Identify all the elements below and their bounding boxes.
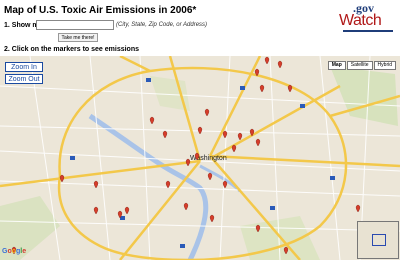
emission-marker[interactable] (277, 60, 283, 69)
emission-marker[interactable] (162, 130, 168, 139)
map-canvas[interactable]: Washington (0, 56, 400, 260)
location-hint: (City, State, Zip Code, or Address) (116, 22, 208, 28)
govwatch-logo[interactable]: .gov Watch (339, 1, 397, 36)
map-type-satellite[interactable]: Satellite (346, 61, 373, 70)
emission-marker[interactable] (237, 132, 243, 141)
logo-watch-text: Watch (339, 12, 382, 29)
anacostia-river (199, 164, 242, 193)
page-title: Map of U.S. Toxic Air Emissions in 2006* (4, 5, 197, 16)
zoom-in-button[interactable]: Zoom In (5, 62, 43, 72)
emission-markers (11, 56, 361, 255)
map-type-controls: Map Satellite Hybrid (327, 61, 396, 70)
emission-marker[interactable] (287, 84, 293, 93)
zoom-out-button[interactable]: Zoom Out (5, 74, 43, 84)
overview-map[interactable] (357, 221, 399, 259)
map-type-hybrid[interactable]: Hybrid (373, 61, 396, 70)
google-logo[interactable]: Google (2, 248, 26, 255)
map-svg[interactable]: Washington (0, 56, 400, 260)
emission-marker[interactable] (204, 108, 210, 117)
emission-marker[interactable] (259, 84, 265, 93)
emission-marker[interactable] (185, 158, 191, 167)
take-me-there-button[interactable]: Take me there! (58, 33, 98, 42)
emission-marker[interactable] (124, 206, 130, 215)
park-area (330, 66, 398, 126)
location-input[interactable] (36, 20, 114, 30)
logo-swoosh (343, 30, 393, 32)
emission-marker[interactable] (264, 56, 270, 65)
map-type-map[interactable]: Map (327, 61, 346, 70)
emission-marker[interactable] (197, 126, 203, 135)
emission-marker[interactable] (255, 138, 261, 147)
emission-marker[interactable] (183, 202, 189, 211)
emission-marker[interactable] (231, 144, 237, 153)
emission-marker[interactable] (355, 204, 361, 213)
emission-marker[interactable] (93, 180, 99, 189)
emission-marker[interactable] (149, 116, 155, 125)
emission-marker[interactable] (207, 172, 213, 181)
step2-instruction: 2. Click on the markers to see emissions (4, 46, 140, 53)
emission-marker[interactable] (59, 174, 65, 183)
overview-viewport-box[interactable] (372, 234, 386, 246)
emission-marker[interactable] (209, 214, 215, 223)
emission-marker[interactable] (93, 206, 99, 215)
